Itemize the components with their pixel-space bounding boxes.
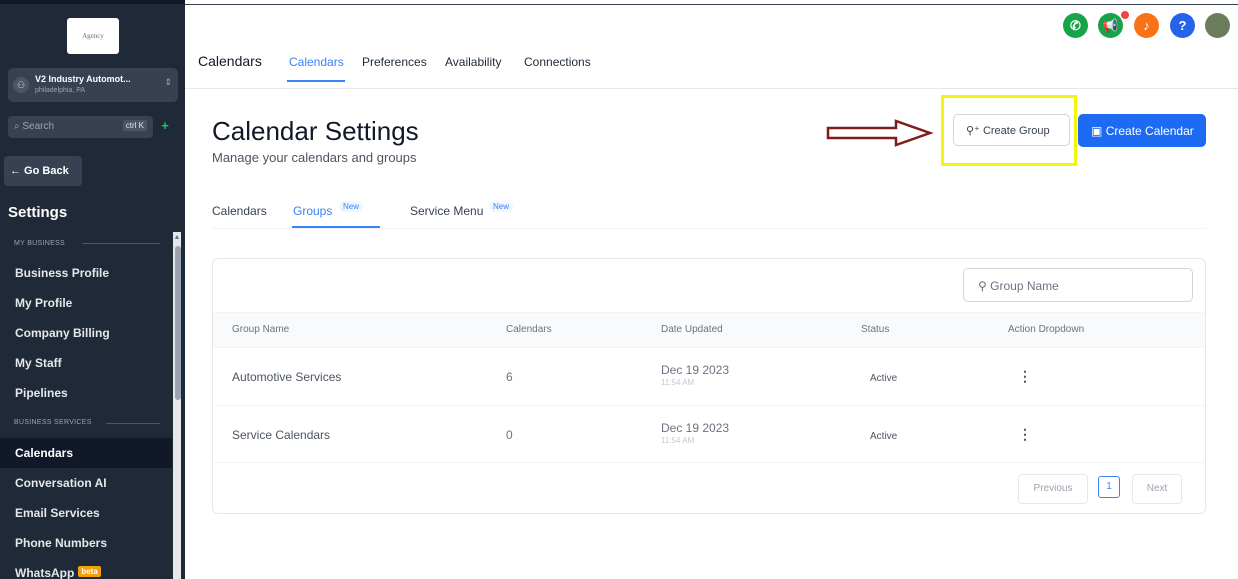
- subtab-groups[interactable]: Groups: [293, 204, 332, 218]
- avatar[interactable]: [1205, 13, 1230, 38]
- row-calendars-count: 0: [506, 428, 513, 442]
- subtab-divider: [212, 228, 1206, 229]
- row-group-name[interactable]: Service Calendars: [232, 428, 330, 442]
- row-date: Dec 19 2023: [661, 363, 730, 377]
- scroll-up-icon[interactable]: ▲: [173, 233, 181, 243]
- row-divider: [213, 462, 1205, 463]
- section-divider: [82, 243, 160, 244]
- active-tab-indicator: [287, 80, 345, 82]
- sidebar-scroll-thumb[interactable]: [175, 246, 181, 400]
- column-header-group-name[interactable]: Group Name: [232, 324, 289, 335]
- sidebar-item-my-staff[interactable]: My Staff: [0, 348, 172, 378]
- tab-preferences[interactable]: Preferences: [362, 55, 427, 69]
- row-calendars-count: 6: [506, 370, 513, 384]
- page-subtitle: Manage your calendars and groups: [212, 150, 417, 165]
- more-actions-icon[interactable]: ⋮: [1018, 368, 1032, 385]
- header-divider: [185, 88, 1238, 89]
- agency-logo[interactable]: Agency: [67, 18, 119, 54]
- create-calendar-label: Create Calendar: [1105, 124, 1194, 138]
- new-badge: New: [339, 201, 364, 212]
- page-number-button[interactable]: 1: [1098, 476, 1120, 498]
- section-label-business-services: BUSINESS SERVICES: [14, 419, 92, 426]
- section-label-my-business: MY BUSINESS: [14, 240, 66, 247]
- row-time: 11:54 AM: [661, 378, 695, 387]
- row-date: Dec 19 2023: [661, 421, 730, 435]
- sidebar-search-placeholder: ⌕ Search: [14, 121, 55, 132]
- top-edge: [185, 4, 1238, 5]
- sidebar-item-email-services[interactable]: Email Services: [0, 498, 172, 528]
- subtab-service-menu[interactable]: Service Menu: [410, 204, 483, 218]
- settings-heading: Settings: [8, 204, 68, 221]
- search-icon: ⚲: [978, 279, 987, 293]
- sidebar-search-input[interactable]: ⌕ Search ctrl K: [8, 116, 153, 138]
- row-divider: [213, 405, 1205, 406]
- group-search-input[interactable]: ⚲ Group Name: [963, 268, 1193, 302]
- account-location: philadelphia, PA: [35, 87, 86, 94]
- subtab-calendars[interactable]: Calendars: [212, 204, 267, 218]
- column-header-date-updated[interactable]: Date Updated: [661, 324, 723, 335]
- account-avatar-icon: ⚇: [13, 77, 29, 93]
- create-group-label: Create Group: [982, 125, 1050, 137]
- row-group-name[interactable]: Automotive Services: [232, 370, 341, 384]
- new-badge: New: [489, 201, 514, 212]
- go-back-button[interactable]: ← Go Back: [4, 156, 82, 186]
- create-calendar-button[interactable]: ▣ Create Calendar: [1078, 114, 1206, 147]
- sidebar-item-label: WhatsApp: [15, 566, 75, 579]
- beta-badge: beta: [78, 566, 101, 577]
- notification-dot: [1121, 11, 1129, 19]
- bell-icon[interactable]: ♪: [1134, 13, 1159, 38]
- page-section-title: Calendars: [198, 53, 262, 69]
- red-arrow-annotation: [826, 119, 934, 147]
- add-user-icon: ⚲⁺: [966, 125, 980, 137]
- sidebar-item-whatsapp[interactable]: WhatsApp beta: [0, 558, 172, 579]
- tab-calendars[interactable]: Calendars: [289, 55, 344, 69]
- tab-connections[interactable]: Connections: [524, 55, 591, 69]
- sidebar-item-company-billing[interactable]: Company Billing: [0, 318, 172, 348]
- page-title: Calendar Settings: [212, 116, 419, 146]
- sidebar: Agency ⚇ V2 Industry Automot... philadel…: [0, 0, 185, 579]
- next-page-button[interactable]: Next: [1132, 474, 1182, 504]
- help-icon[interactable]: ?: [1170, 13, 1195, 38]
- sidebar-item-pipelines[interactable]: Pipelines: [0, 378, 172, 408]
- chevron-updown-icon: ⇕: [164, 77, 172, 87]
- sidebar-item-phone-numbers[interactable]: Phone Numbers: [0, 528, 172, 558]
- more-actions-icon[interactable]: ⋮: [1018, 426, 1032, 443]
- sidebar-item-conversation-ai[interactable]: Conversation AI: [0, 468, 172, 498]
- section-divider: [106, 423, 160, 424]
- megaphone-icon[interactable]: 📢: [1098, 13, 1123, 38]
- calendar-icon: ▣: [1091, 124, 1103, 138]
- column-header-action: Action Dropdown: [1008, 324, 1085, 335]
- group-search-placeholder: Group Name: [990, 279, 1059, 293]
- account-switcher[interactable]: ⚇ V2 Industry Automot... philadelphia, P…: [8, 68, 178, 102]
- sidebar-item-calendars[interactable]: Calendars: [0, 438, 172, 468]
- search-shortcut-badge: ctrl K: [122, 120, 147, 131]
- tab-availability[interactable]: Availability: [445, 55, 501, 69]
- status-badge: Active: [870, 431, 898, 442]
- create-group-button[interactable]: ⚲⁺ Create Group: [953, 114, 1070, 146]
- sidebar-item-my-profile[interactable]: My Profile: [0, 288, 172, 318]
- column-header-status[interactable]: Status: [861, 324, 889, 335]
- phone-icon[interactable]: ✆: [1063, 13, 1088, 38]
- account-name: V2 Industry Automot...: [35, 74, 131, 84]
- sidebar-item-business-profile[interactable]: Business Profile: [0, 258, 172, 288]
- previous-page-button[interactable]: Previous: [1018, 474, 1088, 504]
- status-badge: Active: [870, 373, 898, 384]
- column-header-calendars[interactable]: Calendars: [506, 324, 552, 335]
- sidebar-top-edge: [0, 0, 185, 4]
- quick-add-icon[interactable]: +: [158, 119, 172, 133]
- row-time: 11:54 AM: [661, 436, 695, 445]
